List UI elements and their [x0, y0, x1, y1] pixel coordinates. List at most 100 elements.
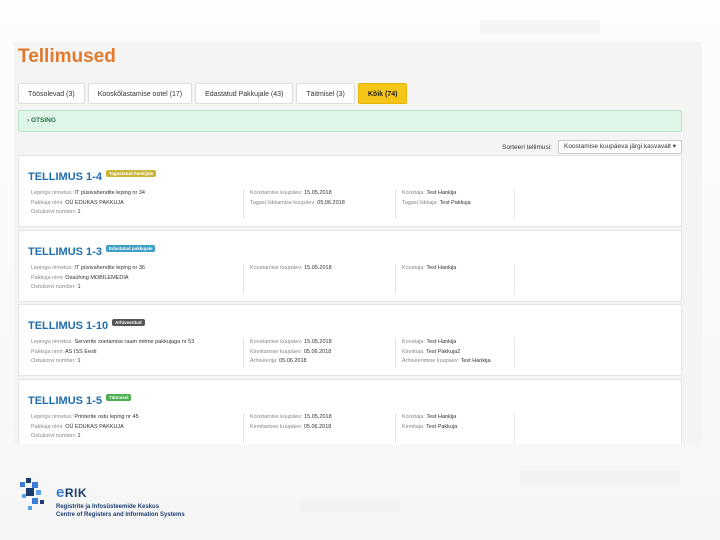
detail-value: 1: [77, 284, 81, 290]
detail-row: Koostamise kuupäev: 15.05.2018: [250, 264, 393, 274]
detail-value: Test Pakkuja2: [426, 348, 461, 355]
status-tabs: Töösolevad (3) Kooskõlastamise ootel (17…: [18, 83, 408, 104]
logo-line-2: Centre of Registers and Information Syst…: [56, 512, 185, 518]
detail-row: Tagasi lükkamise kuupäev: 05.06.2018: [250, 199, 393, 209]
order-title[interactable]: TELLIMUS 1-3 Edastatud pakkujale: [28, 245, 156, 258]
detail-value: Test Hankija: [426, 190, 457, 196]
tab-being-fulfilled[interactable]: Täitmisel (3): [296, 83, 355, 104]
detail-value: Serverite soetamise raam mitme pakkujaga…: [74, 339, 195, 345]
detail-label: Koostaja:: [402, 414, 425, 420]
detail-value: Test Hankija: [426, 339, 457, 345]
detail-row: Arhiveerija: 05.06.2018: [250, 357, 393, 367]
detail-label: Kinnitamise kuupäev:: [250, 348, 303, 355]
status-badge: Edastatud pakkujale: [105, 245, 156, 252]
detail-row: Pakkuja nimi: OÜ EDUKAS PAKKUJA: [31, 423, 239, 433]
column-divider: [514, 189, 515, 219]
detail-row: Lepingu nimetus: Printerite ostu leping …: [31, 413, 239, 423]
sort-select[interactable]: Koostamise kuupäeva järgi kasvavalt ▾: [557, 140, 682, 154]
detail-value: 1: [77, 358, 81, 364]
detail-label: Ostukorvi number:: [31, 284, 76, 290]
status-badge: Arhiveeritud: [112, 319, 145, 326]
order-title[interactable]: TELLIMUS 1-10 Arhiveeritud: [28, 319, 145, 332]
search-toggle[interactable]: › OTSING: [18, 110, 682, 132]
detail-label: Lepingu nimetus:: [31, 265, 73, 271]
detail-row: Ostukorvi number: 1: [31, 208, 239, 218]
rik-logo-icon: [20, 478, 54, 517]
detail-label: Pakkuja nimi:: [31, 199, 64, 206]
detail-value: OÜ EDUKAS PAKKUJA: [65, 199, 124, 206]
detail-label: Ostukorvi number:: [31, 209, 76, 215]
detail-value: Test Hankija: [460, 358, 491, 364]
column-divider: [514, 413, 515, 443]
order-card[interactable]: TELLIMUS 1-10 Arhiveeritud Lepingu nimetus…: [18, 304, 682, 376]
detail-value: IT püsivahendite leping nr 36: [74, 265, 145, 271]
detail-value: 05.06.2018: [303, 423, 332, 430]
order-card[interactable]: TELLIMUS 1-5 Täitmisel Lepingu nimetus: Pr…: [18, 379, 682, 444]
orders-app: Tellimused Töösolevad (3) Kooskõlastamis…: [14, 42, 702, 444]
order-card[interactable]: TELLIMUS 1-4 Tagastatud hankijale Lepingu …: [18, 155, 682, 227]
detail-label: Lepingu nimetus:: [31, 414, 73, 420]
detail-row: Ostukorvi number: 1: [31, 432, 239, 442]
tab-sent-to-supplier[interactable]: Edastatud Pakkujale (43): [195, 83, 294, 104]
order-details-c3: Koostaja: Test Hankija Kinnitaja: Test Pa…: [395, 338, 515, 368]
tab-awaiting-approval[interactable]: Kooskõlastamise ootel (17): [87, 83, 193, 104]
detail-value: AS ISS Eesti: [64, 348, 97, 355]
detail-label: Lepingu nimetus:: [31, 339, 73, 345]
detail-row: Koostamise kuupäev: 15.05.2018: [250, 338, 393, 348]
detail-row: Koostamise kuupäev: 15.05.2018: [250, 413, 393, 423]
detail-row: Koostamise kuupäev: 15.05.2018: [250, 189, 393, 199]
detail-label: Lepingu nimetus:: [31, 190, 73, 196]
order-details-c2: Koostamise kuupäev: 15.05.2018 Kinnitamis…: [243, 338, 393, 368]
detail-value: 05.06.2018: [303, 348, 332, 355]
order-title-text[interactable]: TELLIMUS 1-3: [28, 246, 102, 258]
detail-value: 15.05.2018: [304, 190, 332, 196]
status-badge: Täitmisel: [105, 394, 132, 401]
tab-all[interactable]: Kõik (74): [357, 83, 408, 104]
sort-row: Sorteeri tellimusi: Koostamise kuupäeva …: [502, 140, 682, 154]
order-details-c2: Koostamise kuupäev: 15.05.2018 Tagasi lük…: [243, 189, 393, 219]
detail-label: Kinnitamise kuupäev:: [250, 423, 303, 430]
detail-row: Lepingu nimetus: Serverite soetamise raa…: [31, 338, 239, 348]
order-title-text[interactable]: TELLIMUS 1-10: [28, 320, 108, 332]
detail-row: Tagasi lükkaja: Test Pakkuja: [402, 199, 515, 209]
detail-label: Koostamise kuupäev:: [250, 339, 303, 345]
order-details-c2: Koostamise kuupäev: 15.05.2018 Kinnitamis…: [243, 413, 393, 443]
order-title-text[interactable]: TELLIMUS 1-5: [28, 395, 102, 407]
detail-label: Tagasi lükkaja:: [402, 199, 439, 206]
order-title-text[interactable]: TELLIMUS 1-4: [28, 171, 102, 183]
detail-label: Ostukorvi number:: [31, 358, 76, 364]
detail-label: Arhiveerija:: [250, 358, 278, 364]
order-details-c3: Koostaja: Test Hankija: [395, 264, 515, 294]
detail-row: Koostaja: Test Hankija: [402, 189, 515, 199]
detail-value: 15.05.2018: [304, 339, 332, 345]
detail-row: Pakkuja nimi: AS ISS Eesti: [31, 348, 239, 358]
detail-value: Test Hankija: [426, 414, 457, 420]
detail-value: Test Pakkuja: [426, 423, 458, 430]
detail-row: Koostaja: Test Hankija: [402, 264, 515, 274]
detail-row: Lepingu nimetus: IT püsivahendite leping…: [31, 264, 239, 274]
sort-label: Sorteeri tellimusi:: [502, 143, 552, 151]
detail-label: Tagasi lükkamise kuupäev:: [250, 199, 316, 206]
order-details-c2: Koostamise kuupäev: 15.05.2018: [243, 264, 393, 294]
order-details-c3: Koostaja: Test Hankija Kinnitaja: Test Pa…: [395, 413, 515, 443]
detail-value: 1: [77, 433, 81, 439]
detail-label: Koostaja:: [402, 339, 425, 345]
order-details-c1: Lepingu nimetus: Serverite soetamise raa…: [31, 338, 239, 368]
order-title[interactable]: TELLIMUS 1-4 Tagastatud hankijale: [28, 170, 157, 183]
status-badge: Tagastatud hankijale: [105, 170, 157, 177]
tab-in-progress[interactable]: Töösolevad (3): [18, 83, 85, 104]
detail-label: Koostamise kuupäev:: [250, 190, 303, 196]
detail-label: Ostukorvi number:: [31, 433, 76, 439]
logo-wordmark: eRIK: [56, 484, 88, 501]
detail-row: Lepingu nimetus: IT püsivahendite leping…: [31, 189, 239, 199]
order-card[interactable]: TELLIMUS 1-3 Edastatud pakkujale Lepingu n…: [18, 230, 682, 302]
detail-label: Koostamise kuupäev:: [250, 414, 303, 420]
detail-row: Kinnitaja: Test Pakkuja: [402, 423, 515, 433]
column-divider: [514, 338, 515, 368]
detail-value: 15.05.2018: [304, 414, 332, 420]
detail-value: 1: [77, 209, 81, 215]
order-title[interactable]: TELLIMUS 1-5 Täitmisel: [28, 394, 132, 407]
detail-row: Pakkuja nimi: OÜ EDUKAS PAKKUJA: [31, 199, 239, 209]
detail-value: Osaühing MOBILEMEDIA: [65, 274, 129, 281]
detail-value: Printerite ostu leping nr 45: [74, 414, 139, 420]
